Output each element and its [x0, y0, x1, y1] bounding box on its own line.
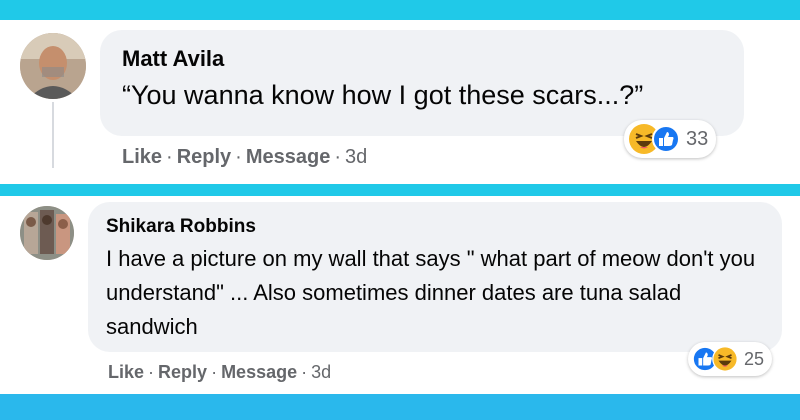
- bottom-border: [0, 394, 800, 420]
- message-link[interactable]: Message: [246, 146, 331, 168]
- comment-panel: Shikara Robbins I have a picture on my w…: [0, 196, 800, 394]
- reply-link[interactable]: Reply: [158, 362, 207, 382]
- top-border: [0, 0, 800, 20]
- timestamp[interactable]: 3d: [311, 362, 331, 382]
- like-icon: [652, 125, 680, 153]
- comment-author[interactable]: Matt Avila: [122, 46, 224, 72]
- like-link[interactable]: Like: [108, 362, 144, 382]
- separator: ·: [148, 362, 155, 382]
- comment-text: “You wanna know how I got these scars...…: [122, 80, 644, 110]
- reaction-count: 33: [686, 127, 709, 150]
- message-link[interactable]: Message: [221, 362, 297, 382]
- reactions-badge[interactable]: 33: [624, 120, 717, 158]
- like-link[interactable]: Like: [122, 146, 162, 168]
- comment-panel: Matt Avila “You wanna know how I got the…: [0, 20, 800, 184]
- avatar[interactable]: [20, 33, 86, 99]
- comment-text: I have a picture on my wall that says " …: [106, 246, 756, 339]
- separator: ·: [211, 362, 218, 382]
- comment-actions: Like · Reply · Message · 3d: [108, 362, 331, 383]
- avatar[interactable]: [20, 206, 74, 260]
- separator: ·: [334, 146, 342, 168]
- thread-line: [52, 102, 54, 168]
- separator: ·: [166, 146, 173, 168]
- reply-link[interactable]: Reply: [177, 146, 231, 168]
- separator: ·: [301, 362, 308, 382]
- comment-bubble: Shikara Robbins I have a picture on my w…: [88, 202, 782, 352]
- comment-actions: Like · Reply · Message · 3d: [122, 146, 367, 169]
- timestamp[interactable]: 3d: [345, 146, 367, 168]
- haha-icon: [712, 346, 738, 372]
- divider-border: [0, 184, 800, 196]
- avatar-image: [20, 206, 74, 260]
- avatar-image: [20, 33, 86, 99]
- reactions-badge[interactable]: 25: [688, 342, 773, 376]
- comment-author[interactable]: Shikara Robbins: [106, 216, 256, 238]
- reaction-count: 25: [744, 348, 765, 369]
- separator: ·: [235, 146, 242, 168]
